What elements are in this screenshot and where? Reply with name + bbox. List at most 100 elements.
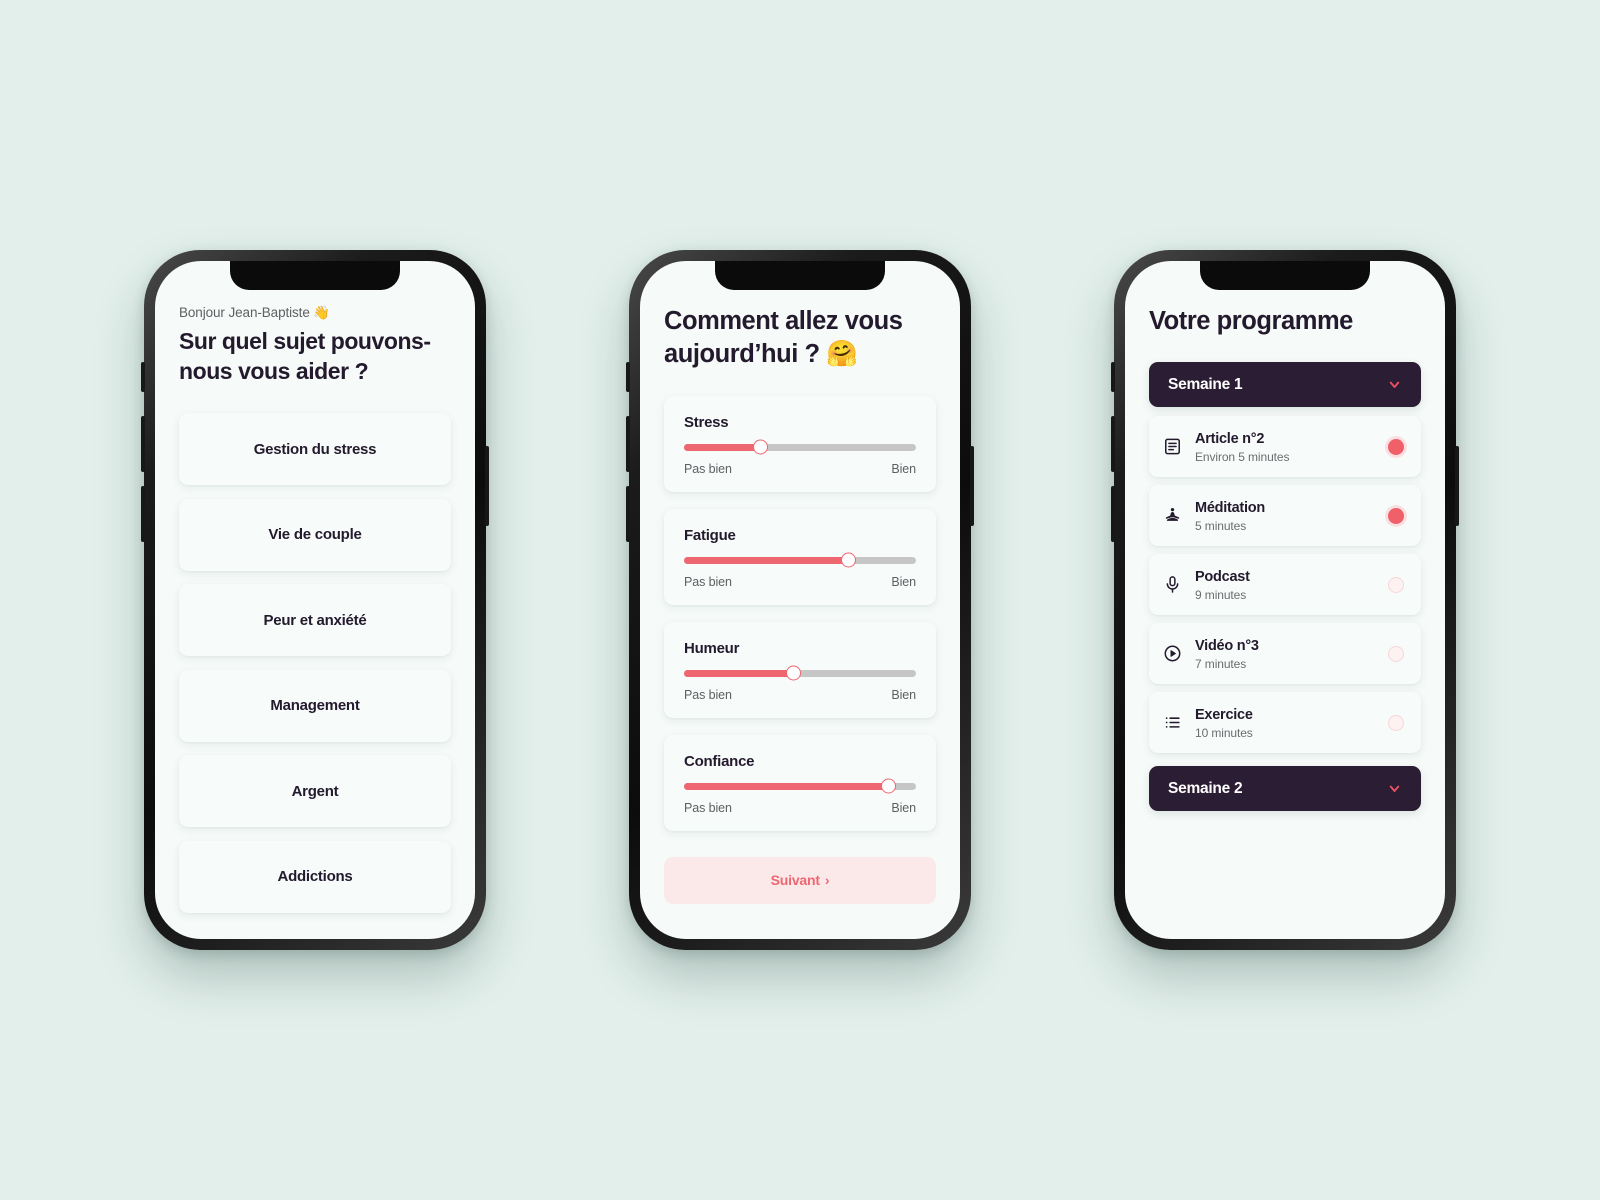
status-indicator-done[interactable] bbox=[1388, 438, 1404, 455]
volume-up-button[interactable] bbox=[626, 416, 630, 472]
slider-thumb[interactable] bbox=[880, 778, 896, 794]
week-header-semaine-2[interactable]: Semaine 2 bbox=[1149, 766, 1421, 812]
status-indicator-todo[interactable] bbox=[1388, 645, 1404, 662]
program-item-text: Article n°2 Environ 5 minutes bbox=[1195, 430, 1375, 464]
program-item-title: Méditation bbox=[1195, 500, 1265, 517]
topic-label: Management bbox=[270, 697, 360, 715]
slider-legend: Pas bien Bien bbox=[684, 801, 916, 815]
slider-legend: Pas bien Bien bbox=[684, 575, 916, 589]
program-item-video[interactable]: Vidéo n°3 7 minutes bbox=[1149, 623, 1421, 685]
program-item-text: Exercice 10 minutes bbox=[1195, 706, 1375, 740]
microphone-icon bbox=[1163, 575, 1182, 594]
program-item-text: Podcast 9 minutes bbox=[1195, 568, 1375, 602]
program-item-meditation[interactable]: Méditation 5 minutes bbox=[1149, 485, 1421, 547]
slider-thumb[interactable] bbox=[841, 552, 857, 568]
slider-fill bbox=[684, 782, 889, 790]
page-title: Votre programme bbox=[1149, 307, 1353, 335]
program-item-duration: 9 minutes bbox=[1195, 587, 1247, 602]
phone-frame-mood: Comment allez vous aujourd’hui ? 🤗 Stres… bbox=[626, 250, 974, 950]
topic-list: Gestion du stress Vie de couple Peur et … bbox=[179, 413, 451, 913]
page-title: Comment allez vous aujourd’hui ? 🤗 bbox=[664, 307, 903, 369]
silent-switch[interactable] bbox=[626, 362, 630, 392]
program-item-article[interactable]: Article n°2 Environ 5 minutes bbox=[1149, 416, 1421, 478]
program-item-duration: 5 minutes bbox=[1195, 518, 1247, 533]
volume-down-button[interactable] bbox=[141, 486, 145, 542]
phone-frame-program: Votre programme Semaine 1 Article n°2 En… bbox=[1111, 250, 1459, 950]
next-button-label: Suivant bbox=[770, 872, 820, 889]
topic-card-management[interactable]: Management bbox=[179, 669, 451, 742]
legend-low: Pas bien bbox=[684, 574, 732, 589]
slider-humeur[interactable] bbox=[684, 665, 916, 681]
phone-frame-topics: Bonjour Jean-Baptiste 👋 Sur quel sujet p… bbox=[141, 250, 489, 950]
greeting-text: Bonjour Jean-Baptiste 👋 bbox=[179, 305, 331, 320]
topic-card-gestion-du-stress[interactable]: Gestion du stress bbox=[179, 413, 451, 486]
topic-card-vie-de-couple[interactable]: Vie de couple bbox=[179, 498, 451, 571]
topic-card-argent[interactable]: Argent bbox=[179, 755, 451, 828]
screen-mood: Comment allez vous aujourd’hui ? 🤗 Stres… bbox=[640, 261, 960, 939]
phone-notch bbox=[1200, 261, 1370, 290]
program-item-text: Méditation 5 minutes bbox=[1195, 499, 1375, 533]
slider-thumb[interactable] bbox=[753, 439, 769, 455]
week-header-semaine-1[interactable]: Semaine 1 bbox=[1149, 362, 1421, 408]
mood-card-confiance: Confiance Pas bien Bien bbox=[664, 734, 936, 831]
next-button[interactable]: Suivant › bbox=[664, 856, 936, 904]
topic-card-peur-et-anxiete[interactable]: Peur et anxiété bbox=[179, 584, 451, 657]
week-1-items: Article n°2 Environ 5 minutes Méditation bbox=[1149, 416, 1421, 754]
legend-low: Pas bien bbox=[684, 800, 732, 815]
status-indicator-todo[interactable] bbox=[1388, 576, 1404, 593]
slider-stress[interactable] bbox=[684, 439, 916, 455]
program-item-duration: 10 minutes bbox=[1195, 725, 1253, 740]
volume-up-button[interactable] bbox=[141, 416, 145, 472]
silent-switch[interactable] bbox=[1111, 362, 1115, 392]
volume-up-button[interactable] bbox=[1111, 416, 1115, 472]
mood-card-humeur: Humeur Pas bien Bien bbox=[664, 621, 936, 718]
legend-high: Bien bbox=[891, 461, 916, 476]
legend-high: Bien bbox=[891, 687, 916, 702]
phone-mockup-stage: Bonjour Jean-Baptiste 👋 Sur quel sujet p… bbox=[0, 0, 1600, 1200]
legend-low: Pas bien bbox=[684, 461, 732, 476]
page-title: Sur quel sujet pouvons-nous vous aider ? bbox=[179, 328, 431, 385]
screen-program: Votre programme Semaine 1 Article n°2 En… bbox=[1125, 261, 1445, 939]
volume-down-button[interactable] bbox=[1111, 486, 1115, 542]
program-item-duration: Environ 5 minutes bbox=[1195, 449, 1290, 464]
list-icon bbox=[1163, 713, 1182, 732]
legend-high: Bien bbox=[891, 800, 916, 815]
program-item-title: Podcast bbox=[1195, 569, 1250, 586]
status-indicator-todo[interactable] bbox=[1388, 714, 1404, 731]
program-item-title: Vidéo n°3 bbox=[1195, 638, 1259, 655]
topic-label: Addictions bbox=[277, 868, 353, 886]
week-label: Semaine 2 bbox=[1168, 779, 1243, 797]
power-button[interactable] bbox=[485, 446, 489, 526]
program-item-title: Exercice bbox=[1195, 707, 1253, 724]
phone-notch bbox=[230, 261, 400, 290]
power-button[interactable] bbox=[1455, 446, 1459, 526]
volume-down-button[interactable] bbox=[626, 486, 630, 542]
topic-card-addictions[interactable]: Addictions bbox=[179, 840, 451, 913]
mood-slider-list: Stress Pas bien Bien Fatigue Pas bien Bi… bbox=[664, 395, 936, 831]
chevron-right-icon: › bbox=[824, 872, 830, 889]
play-icon bbox=[1163, 644, 1182, 663]
legend-high: Bien bbox=[891, 574, 916, 589]
slider-thumb[interactable] bbox=[785, 665, 801, 681]
power-button[interactable] bbox=[970, 446, 974, 526]
topic-label: Argent bbox=[291, 782, 339, 800]
phone-notch bbox=[715, 261, 885, 290]
slider-label: Confiance bbox=[684, 752, 755, 770]
program-week-list: Semaine 1 Article n°2 Environ 5 minutes … bbox=[1149, 362, 1421, 812]
slider-fill bbox=[684, 556, 849, 564]
program-item-podcast[interactable]: Podcast 9 minutes bbox=[1149, 554, 1421, 616]
article-icon bbox=[1163, 437, 1182, 456]
status-indicator-done[interactable] bbox=[1388, 507, 1404, 524]
silent-switch[interactable] bbox=[141, 362, 145, 392]
slider-fatigue[interactable] bbox=[684, 552, 916, 568]
topic-label: Gestion du stress bbox=[253, 440, 377, 458]
slider-label: Humeur bbox=[684, 639, 740, 657]
chevron-down-icon[interactable] bbox=[1387, 377, 1402, 392]
chevron-down-icon[interactable] bbox=[1387, 781, 1402, 796]
mood-card-stress: Stress Pas bien Bien bbox=[664, 395, 936, 492]
mood-card-fatigue: Fatigue Pas bien Bien bbox=[664, 508, 936, 605]
program-item-text: Vidéo n°3 7 minutes bbox=[1195, 637, 1375, 671]
topic-label: Peur et anxiété bbox=[263, 611, 367, 629]
program-item-exercice[interactable]: Exercice 10 minutes bbox=[1149, 692, 1421, 754]
slider-confiance[interactable] bbox=[684, 778, 916, 794]
